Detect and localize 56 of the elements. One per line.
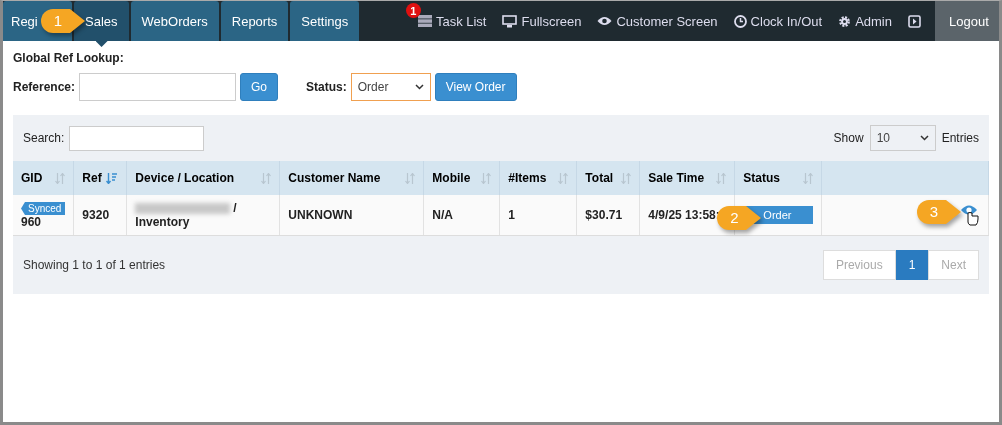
nav-link[interactable]: Clock In/Out [725, 1, 831, 41]
search-label: Search: [23, 131, 65, 145]
nav-tab[interactable]: Sales [74, 1, 129, 41]
field-label: Status: [306, 80, 347, 94]
column-header[interactable]: Sale Time [639, 161, 735, 195]
page-size-dropdown[interactable]: 10 [869, 125, 936, 151]
notification-badge: 1 [405, 3, 421, 18]
table-cell: N/A [423, 195, 500, 236]
location-text: Inventory [135, 215, 190, 229]
column-header[interactable]: Mobile [423, 161, 500, 195]
server-icon [417, 15, 432, 27]
column-header[interactable]: Device / Location [126, 161, 280, 195]
device-text: / [233, 201, 237, 215]
pagination-button[interactable]: 1 [895, 250, 929, 280]
eye-icon [597, 16, 613, 26]
link-label: Fullscreen [521, 13, 582, 29]
column-header[interactable]: Total [576, 161, 640, 195]
field-label: Reference: [13, 80, 76, 94]
column-header[interactable]: Ref [73, 161, 127, 195]
status-dropdown[interactable]: Order [350, 73, 431, 101]
nav-tab[interactable]: WebOrders [130, 1, 219, 41]
caret-icon [414, 84, 424, 90]
table-cell: 9320 [73, 195, 127, 236]
reference-field[interactable] [79, 73, 237, 101]
link-label: Admin [855, 13, 892, 29]
nav-link[interactable]: Admin [830, 1, 900, 41]
table-cell: UNKNOWN [279, 195, 424, 236]
show-label: Show [833, 131, 864, 145]
table-info: Showing 1 to 1 of 1 entries [23, 258, 166, 272]
callout-tooltip: 1 [40, 8, 86, 34]
gear-icon [838, 14, 852, 28]
link-label: Clock In/Out [750, 13, 823, 29]
callout-tooltip: 3 [916, 199, 962, 225]
table-cell: $30.71 [576, 195, 640, 236]
section-title: Global Ref Lookup: [13, 51, 125, 65]
column-header[interactable]: #Items [499, 161, 577, 195]
table-cell: 1 [499, 195, 577, 236]
column-header[interactable]: GID [13, 161, 74, 195]
clock-icon [733, 14, 747, 28]
column-header[interactable]: Status [734, 161, 822, 195]
entries-label: Entries [941, 131, 979, 145]
nav-tab[interactable]: Reports [220, 1, 289, 41]
caret-icon [919, 135, 929, 141]
view-eye-icon[interactable] [960, 203, 980, 227]
synced-badge: Synced [21, 202, 66, 215]
link-label: Customer Screen [616, 13, 718, 29]
logout-button[interactable]: Logout [935, 1, 999, 41]
nav-link[interactable]: Customer Screen [589, 1, 726, 41]
link-label: Task List [435, 13, 487, 29]
search-field[interactable] [69, 125, 205, 151]
tab-pointer [95, 41, 108, 47]
nav-tab[interactable]: Settings [290, 1, 360, 41]
monitor-icon [502, 14, 518, 28]
column-header[interactable]: Customer Name [279, 161, 424, 195]
gid-text: 960 [21, 215, 42, 229]
nav-link[interactable]: Fullscreen [494, 1, 590, 41]
